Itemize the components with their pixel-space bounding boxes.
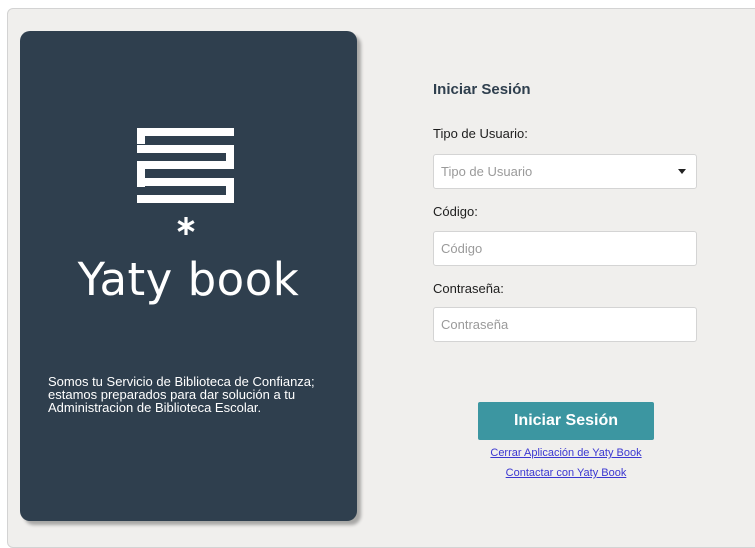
brand-panel: Yaty book Somos tu Servicio de Bibliotec… [20,31,357,521]
user-type-placeholder: Tipo de Usuario [441,164,533,179]
user-type-select[interactable]: Tipo de Usuario [433,154,697,189]
login-button[interactable]: Iniciar Sesión [478,402,654,440]
user-type-label: Tipo de Usuario: [433,126,528,141]
brand-tagline: Somos tu Servicio de Biblioteca de Confi… [48,374,315,415]
code-label: Código: [433,204,478,219]
brand-name: Yaty book [77,253,300,306]
password-input[interactable] [433,307,697,342]
contact-link[interactable]: Contactar con Yaty Book [466,467,666,479]
chevron-down-icon [678,169,686,174]
password-label: Contraseña: [433,281,504,296]
close-app-link[interactable]: Cerrar Aplicación de Yaty Book [466,447,666,459]
form-title: Iniciar Sesión [433,81,531,98]
code-input[interactable] [433,231,697,266]
